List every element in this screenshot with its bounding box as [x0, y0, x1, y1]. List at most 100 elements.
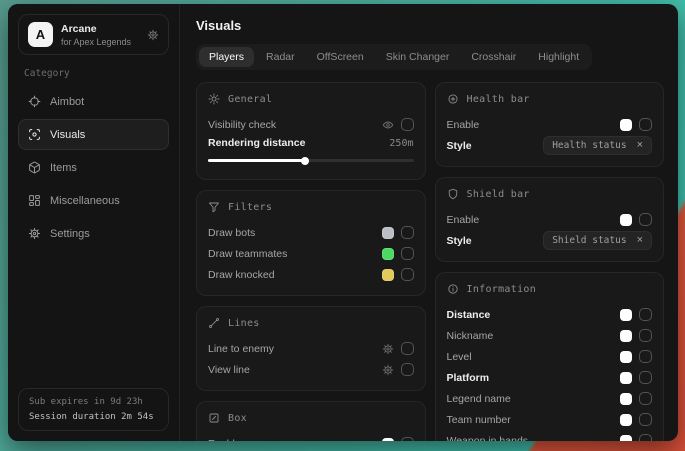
- color-swatch[interactable]: [620, 309, 632, 321]
- row-view-line: View line: [208, 359, 414, 380]
- card-header: Information: [447, 283, 653, 295]
- close-icon[interactable]: ×: [637, 140, 643, 151]
- row-controls: [620, 329, 652, 342]
- sidebar-nav: Aimbot Visuals ItemsMiscellaneous Settings: [18, 86, 169, 251]
- layout-grid-icon: [28, 194, 41, 207]
- card-header: Shield bar: [447, 188, 653, 200]
- color-swatch[interactable]: [382, 438, 394, 442]
- row-controls: [620, 392, 652, 405]
- checkbox[interactable]: [639, 413, 652, 426]
- card-information: Information Distance Nickname Level Platform…: [435, 272, 665, 441]
- card-title: Filters: [228, 202, 272, 213]
- settings-icon: [382, 343, 394, 355]
- scan-eye-icon: [28, 128, 41, 141]
- sidebar-item-items[interactable]: Items: [18, 152, 169, 183]
- checkbox[interactable]: [639, 371, 652, 384]
- row-label: Line to enemy: [208, 343, 274, 355]
- app-subtitle: for Apex Legends: [61, 37, 131, 47]
- slider-thumb[interactable]: [301, 157, 309, 165]
- row-controls: [620, 434, 652, 441]
- row-controls: [620, 371, 652, 384]
- checkbox[interactable]: [639, 434, 652, 441]
- checkbox[interactable]: [401, 247, 414, 260]
- color-swatch[interactable]: [620, 119, 632, 131]
- color-swatch[interactable]: [382, 227, 394, 239]
- tab-skin-changer[interactable]: Skin Changer: [376, 47, 460, 67]
- checkbox[interactable]: [639, 213, 652, 226]
- color-swatch[interactable]: [620, 435, 632, 442]
- sidebar-item-settings[interactable]: Settings: [18, 218, 169, 249]
- row-controls: [382, 363, 414, 376]
- color-swatch[interactable]: [620, 414, 632, 426]
- row-label: Style: [447, 235, 472, 247]
- color-swatch[interactable]: [620, 330, 632, 342]
- row-label: Legend name: [447, 393, 511, 405]
- row-draw-teammates: Draw teammates: [208, 243, 414, 264]
- color-swatch[interactable]: [620, 393, 632, 405]
- sidebar-item-aimbot[interactable]: Aimbot: [18, 86, 169, 117]
- color-swatch[interactable]: [620, 351, 632, 363]
- eye-icon: [382, 119, 394, 131]
- card-header: General: [208, 93, 414, 105]
- row-controls: [382, 437, 414, 441]
- settings-gear-icon[interactable]: [147, 29, 159, 41]
- checkbox[interactable]: [639, 118, 652, 131]
- checkbox[interactable]: [401, 226, 414, 239]
- card-box: BoxEnableEnable background: [196, 401, 426, 441]
- row-label: Enable: [208, 438, 241, 442]
- account-text: Arcane for Apex Legends: [61, 23, 131, 47]
- row-style: Style Shield status×: [447, 230, 653, 251]
- row-enable: Enable: [447, 114, 653, 135]
- tab-players[interactable]: Players: [199, 47, 254, 67]
- row-weapon-in-hands: Weapon in hands: [447, 430, 653, 441]
- row-label: Distance: [447, 309, 491, 321]
- tab-highlight[interactable]: Highlight: [528, 47, 589, 67]
- row-label: Platform: [447, 372, 490, 384]
- color-swatch[interactable]: [382, 269, 394, 281]
- style-select[interactable]: Health status×: [543, 136, 652, 155]
- cube-icon: [28, 161, 41, 174]
- checkbox[interactable]: [401, 363, 414, 376]
- category-label: Category: [24, 68, 163, 79]
- style-select[interactable]: Shield status×: [543, 231, 652, 250]
- app-logo: A: [28, 22, 53, 47]
- row-team-number: Team number: [447, 409, 653, 430]
- card-title: General: [228, 94, 272, 105]
- sidebar-item-miscellaneous[interactable]: Miscellaneous: [18, 185, 169, 216]
- tab-radar[interactable]: Radar: [256, 47, 305, 67]
- row-line-to-enemy: Line to enemy: [208, 338, 414, 359]
- sidebar-item-label: Visuals: [50, 129, 85, 141]
- row-label: Enable: [447, 119, 480, 131]
- row-nickname: Nickname: [447, 325, 653, 346]
- checkbox[interactable]: [401, 437, 414, 441]
- row-controls: [382, 342, 414, 355]
- sidebar-item-label: Settings: [50, 228, 90, 240]
- tab-crosshair[interactable]: Crosshair: [461, 47, 526, 67]
- card-title: Health bar: [467, 94, 530, 105]
- funnel-icon: [208, 201, 220, 213]
- row-label: Level: [447, 351, 472, 363]
- close-icon[interactable]: ×: [637, 235, 643, 246]
- color-swatch[interactable]: [620, 214, 632, 226]
- sidebar-item-visuals[interactable]: Visuals: [18, 119, 169, 150]
- checkbox[interactable]: [401, 268, 414, 281]
- checkbox[interactable]: [401, 342, 414, 355]
- checkbox[interactable]: [639, 350, 652, 363]
- checkbox[interactable]: [639, 329, 652, 342]
- tab-offscreen[interactable]: OffScreen: [307, 47, 374, 67]
- row-controls: [620, 213, 652, 226]
- row-label: Draw knocked: [208, 269, 275, 281]
- card-lines: LinesLine to enemyView line: [196, 306, 426, 391]
- gear-icon: [28, 227, 41, 240]
- account-card[interactable]: A Arcane for Apex Legends: [18, 14, 169, 55]
- checkbox[interactable]: [639, 308, 652, 321]
- color-swatch[interactable]: [620, 372, 632, 384]
- row-label: Team number: [447, 414, 511, 426]
- color-swatch[interactable]: [382, 248, 394, 260]
- sidebar: A Arcane for Apex Legends Category Aimbo…: [8, 4, 180, 441]
- checkbox[interactable]: [401, 118, 414, 131]
- crosshair-icon: [28, 95, 41, 108]
- row-label: Rendering distance: [208, 137, 305, 149]
- slider-track[interactable]: [208, 159, 414, 162]
- checkbox[interactable]: [639, 392, 652, 405]
